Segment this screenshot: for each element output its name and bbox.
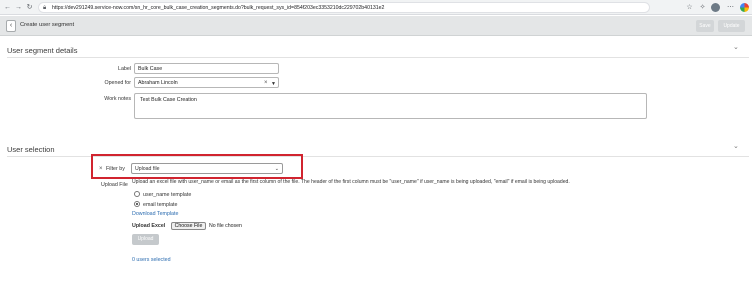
details-section-title: User segment details — [7, 46, 78, 55]
filter-select[interactable]: Upload file ⌄ — [131, 163, 283, 174]
label-input-value: Bulk Case — [138, 66, 163, 72]
clear-icon[interactable]: × — [264, 80, 268, 86]
opened-for-label: Opened for — [104, 80, 131, 86]
no-file-text: No file chosen — [209, 223, 242, 229]
upload-excel-label: Upload Excel — [132, 223, 166, 229]
selection-section-title: User selection — [7, 145, 55, 154]
download-template-link[interactable]: Download Template — [132, 211, 178, 217]
address-bar[interactable]: 🔒︎ https://dev291249.service-now.com/sn_… — [38, 2, 650, 13]
work-notes-label: Work notes — [104, 96, 131, 102]
username-template-label: user_name template — [143, 192, 192, 198]
lock-icon: 🔒︎ — [43, 5, 47, 11]
username-template-radio[interactable] — [134, 191, 140, 197]
form-header: ‹ Create user segment Save Update — [0, 16, 752, 36]
more-menu-icon[interactable]: ⋯ — [726, 3, 735, 12]
reload-icon[interactable]: ↻ — [25, 3, 34, 12]
email-template-radio[interactable] — [134, 201, 140, 207]
update-button[interactable]: Update — [718, 20, 745, 32]
save-button[interactable]: Save — [696, 20, 714, 32]
filter-by-label: Filter by — [106, 166, 125, 172]
email-template-label: email template — [143, 202, 178, 208]
profile-avatar[interactable] — [711, 3, 720, 12]
users-selected-link[interactable]: 0 users selected — [132, 257, 171, 263]
section-divider — [7, 57, 749, 58]
browser-toolbar: ← → ↻ 🔒︎ https://dev291249.service-now.c… — [0, 0, 752, 15]
url-text: https://dev291249.service-now.com/sn_hr_… — [52, 5, 385, 11]
choose-file-button[interactable]: Choose File — [171, 222, 206, 230]
forward-arrow-icon[interactable]: → — [14, 3, 23, 12]
chevron-down-icon[interactable]: ⌄ — [733, 142, 739, 150]
label-input[interactable]: Bulk Case — [134, 63, 279, 74]
extension-icon[interactable] — [740, 3, 749, 12]
upload-file-label: Upload File — [101, 182, 128, 188]
opened-for-field[interactable]: Abraham Lincoln — [134, 77, 279, 88]
select-caret-icon: ⌄ — [274, 166, 279, 172]
chevron-down-icon[interactable]: ⌄ — [733, 43, 739, 51]
filter-select-value: Upload file — [135, 166, 160, 172]
page-title: Create user segment — [20, 22, 75, 28]
label-field-label: Label — [118, 66, 131, 72]
extensions-icon[interactable]: ✧ — [698, 3, 707, 12]
work-notes-value: Test Bulk Case Creation — [140, 97, 197, 103]
upload-help-text: Upload an excel file with user_name or e… — [132, 179, 570, 185]
upload-button[interactable]: Upload — [132, 234, 159, 245]
back-arrow-icon[interactable]: ← — [3, 3, 12, 12]
opened-for-value: Abraham Lincoln — [138, 80, 178, 86]
dropdown-arrow-icon[interactable]: ▼ — [271, 81, 276, 87]
remove-filter-icon[interactable]: × — [99, 166, 103, 172]
star-icon[interactable]: ☆ — [685, 3, 694, 12]
work-notes-textarea[interactable]: Test Bulk Case Creation — [134, 93, 647, 119]
back-button[interactable]: ‹ — [6, 20, 16, 32]
